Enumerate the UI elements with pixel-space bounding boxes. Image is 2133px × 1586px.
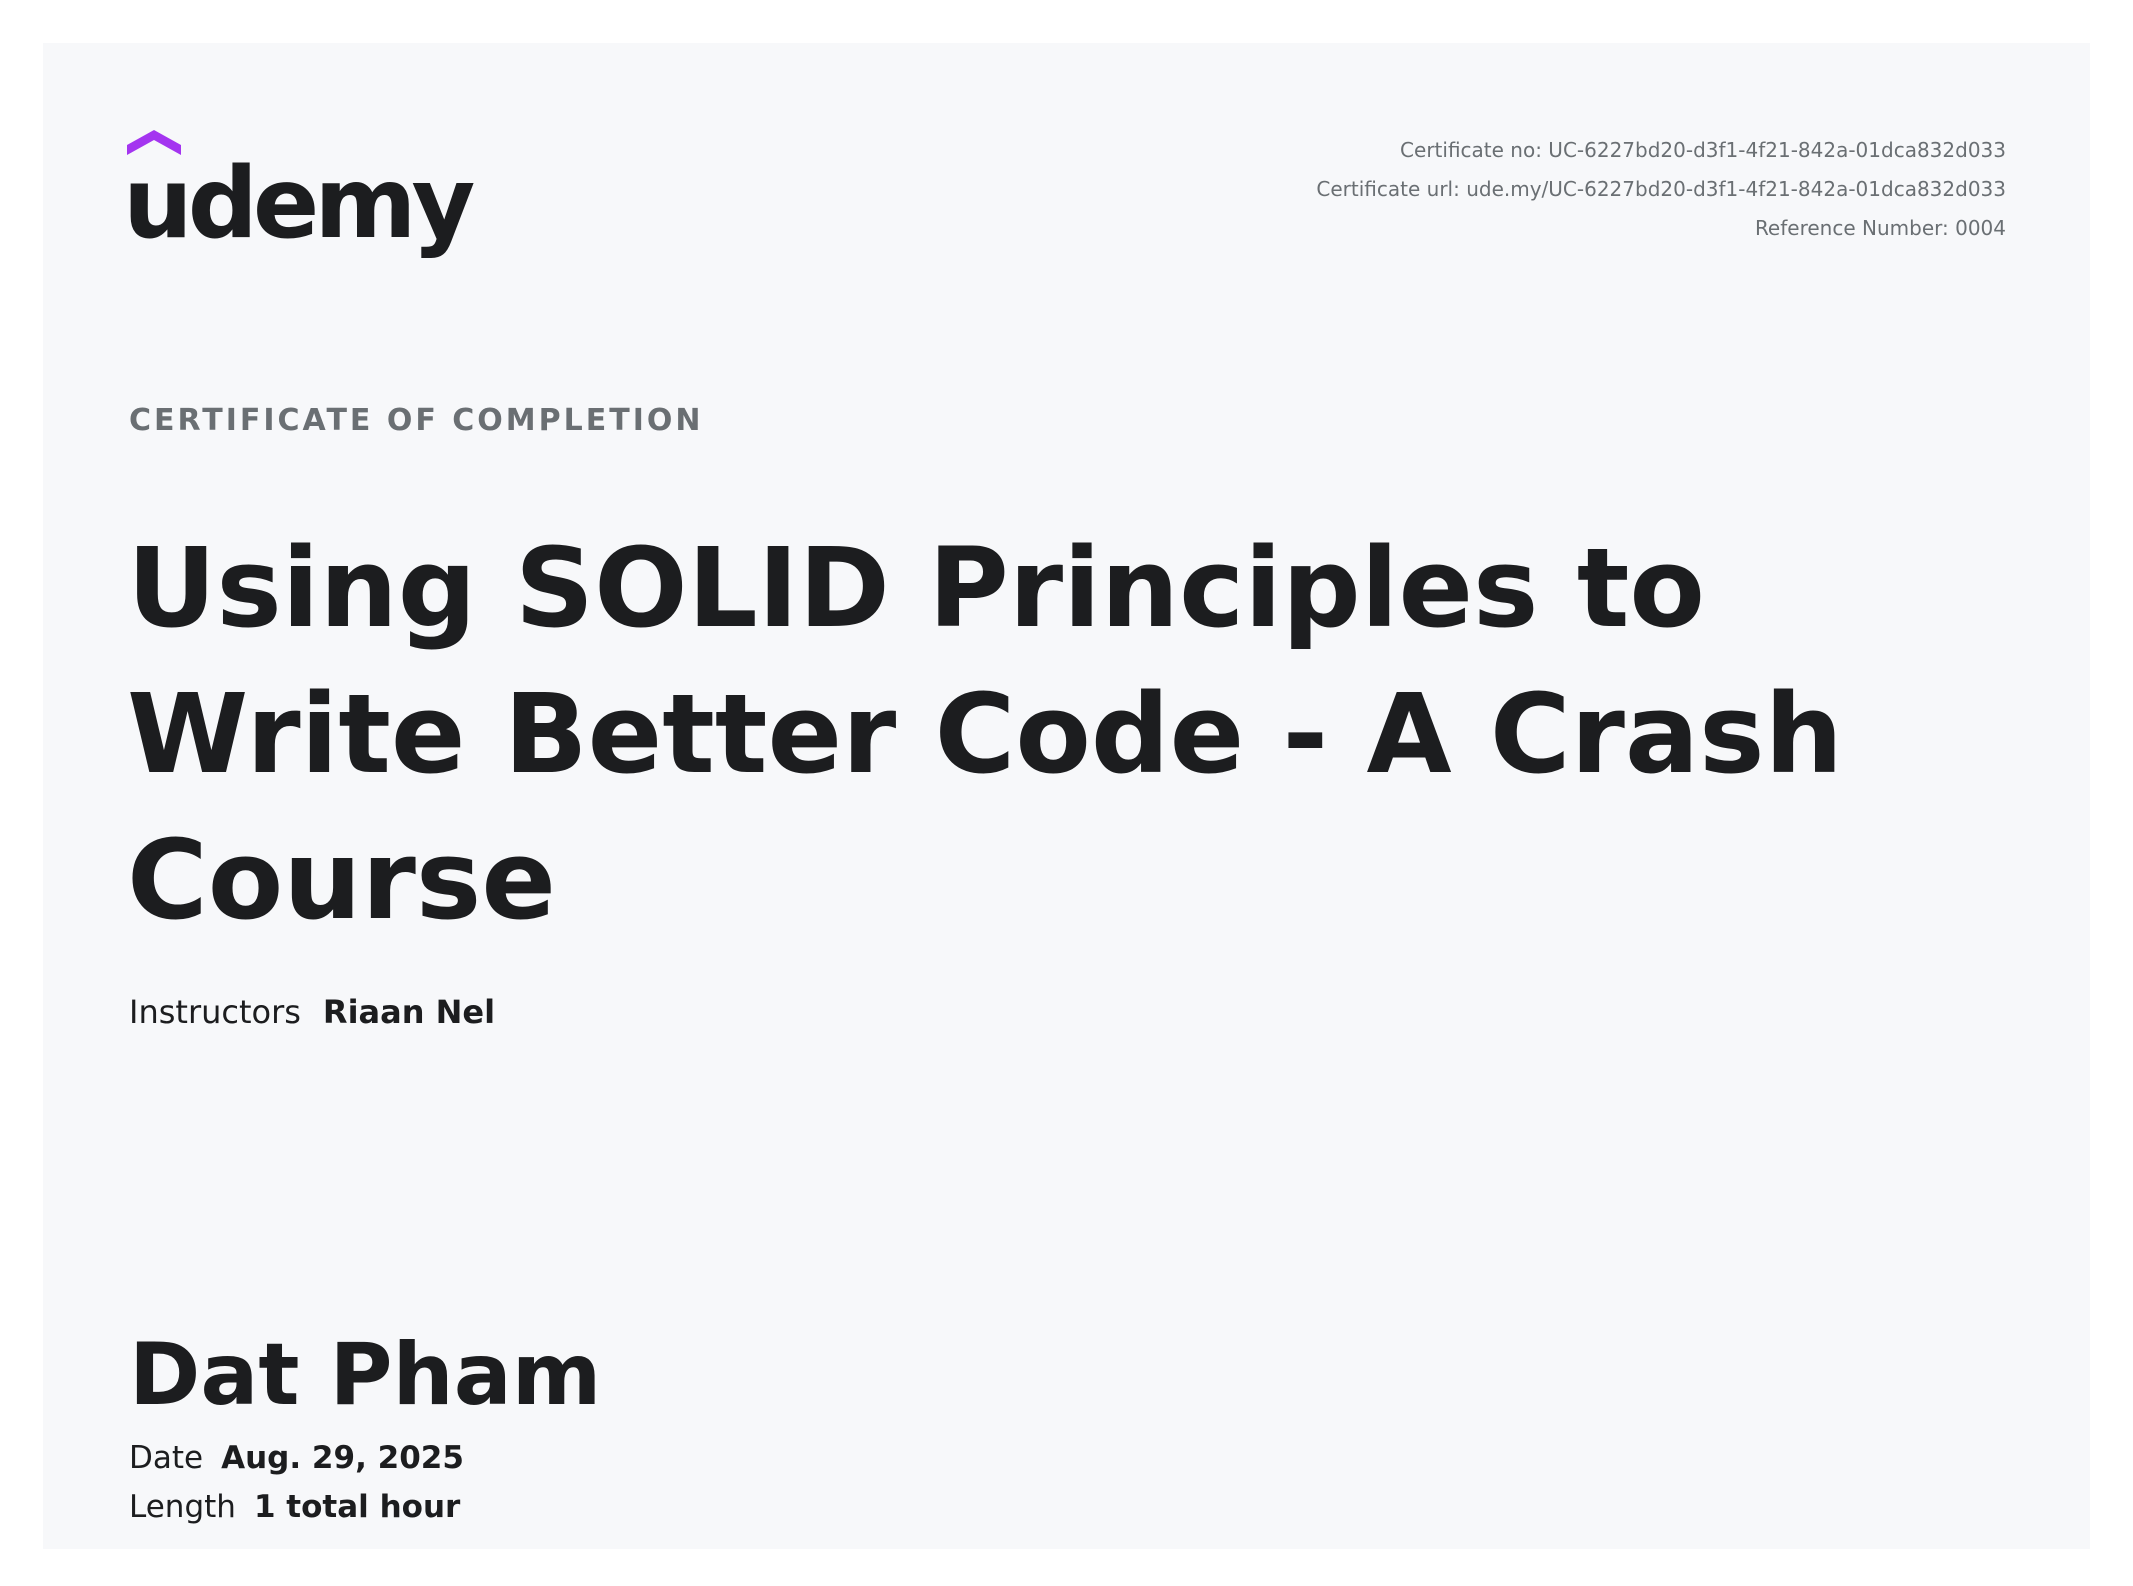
certificate-kicker: CERTIFICATE OF COMPLETION — [129, 403, 704, 438]
instructors-value: Riaan Nel — [322, 993, 496, 1031]
course-title-line: Using SOLID Principles to — [127, 524, 1705, 652]
udemy-logo: udemy — [127, 125, 477, 265]
instructors-row: Instructors Riaan Nel — [129, 993, 495, 1031]
svg-text:udemy: udemy — [127, 147, 474, 261]
course-title-line: Write Better Code - A Crash — [127, 670, 1843, 798]
instructors-label: Instructors — [129, 993, 301, 1031]
date-label: Date — [129, 1440, 204, 1476]
student-name: Dat Pham — [129, 1325, 602, 1425]
course-title-line: Course — [127, 816, 556, 944]
date-row: Date Aug. 29, 2025 — [129, 1440, 464, 1476]
reference-number: Reference Number: 0004 — [1754, 216, 2006, 240]
certificate-url: Certificate url: ude.my/UC-6227bd20-d3f1… — [1316, 177, 2006, 201]
course-title: Using SOLID Principles to Write Better C… — [127, 515, 2027, 953]
length-label: Length — [129, 1489, 236, 1525]
length-row: Length 1 total hour — [129, 1489, 460, 1525]
certificate-meta: Certificate no: UC-6227bd20-d3f1-4f21-84… — [1316, 131, 2006, 248]
certificate-number: Certificate no: UC-6227bd20-d3f1-4f21-84… — [1400, 138, 2006, 162]
length-value: 1 total hour — [253, 1489, 461, 1525]
date-value: Aug. 29, 2025 — [221, 1440, 464, 1476]
certificate-sheet: udemy Certificate no: UC-6227bd20-d3f1-4… — [43, 43, 2090, 1549]
